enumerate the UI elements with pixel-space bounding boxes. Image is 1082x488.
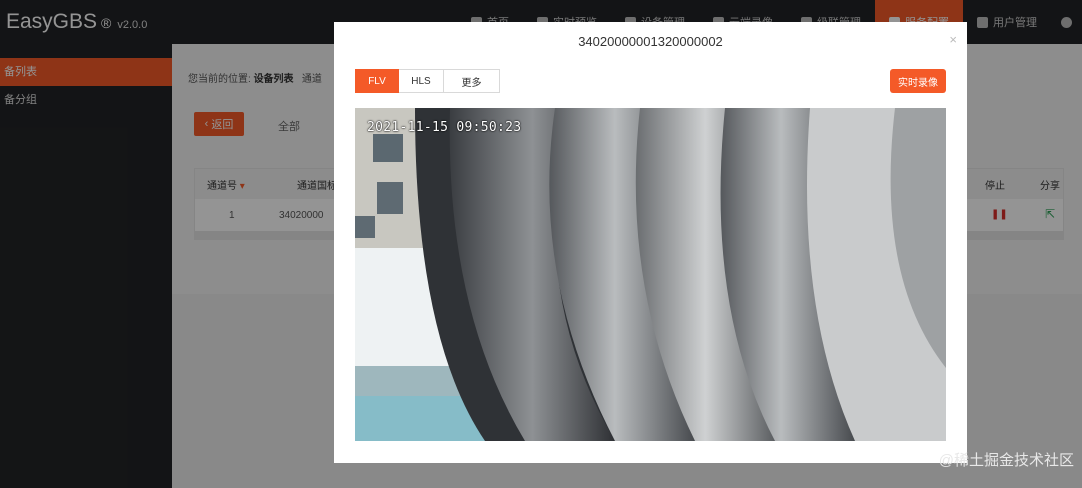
stream-tabs: FLV HLS 更多 <box>355 69 500 93</box>
tab-flv[interactable]: FLV <box>355 69 399 93</box>
video-modal: 34020000001320000002 × FLV HLS 更多 实时录像 2… <box>334 22 967 463</box>
modal-title: 34020000001320000002 <box>578 34 723 49</box>
video-player[interactable]: 2021-11-15 09:50:23 <box>355 108 946 441</box>
video-timestamp: 2021-11-15 09:50:23 <box>367 120 522 135</box>
watermark: @稀土掘金技术社区 <box>938 452 1074 469</box>
video-frame <box>355 108 946 441</box>
tab-more[interactable]: 更多 <box>444 69 500 93</box>
tab-hls[interactable]: HLS <box>399 69 444 93</box>
live-record-button[interactable]: 实时录像 <box>890 69 946 93</box>
close-icon[interactable]: × <box>949 32 957 47</box>
